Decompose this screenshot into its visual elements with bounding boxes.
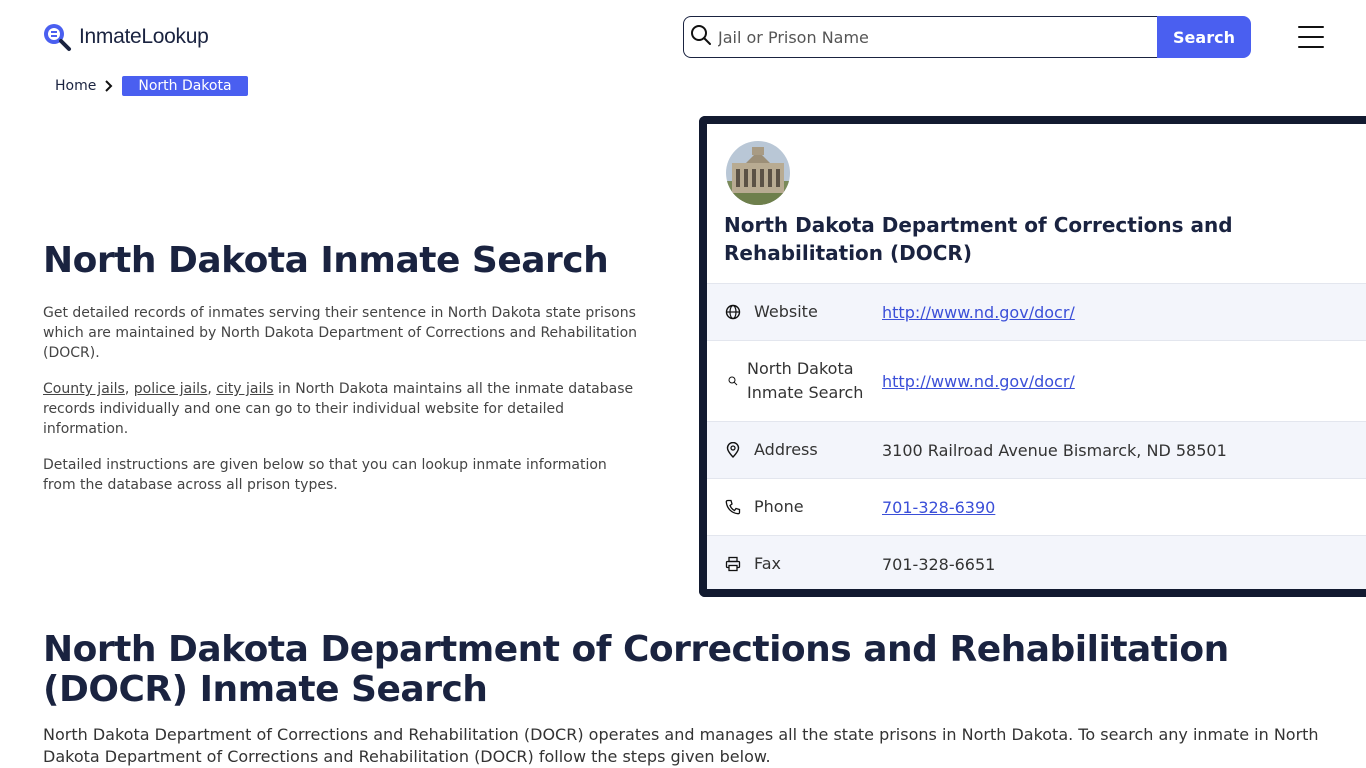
search-bar: Search (683, 16, 1251, 58)
intro-paragraph-2: County jails, police jails, city jails i… (43, 381, 634, 437)
website-link[interactable]: http://www.nd.gov/docr/ (882, 303, 1075, 322)
facility-info-card: North Dakota Department of Corrections a… (699, 116, 1366, 597)
docr-search-section: North Dakota Department of Corrections a… (43, 630, 1333, 768)
phone-label: Phone (754, 497, 804, 516)
logo-magnifier-icon (42, 22, 72, 52)
info-row-fax: Fax 701-328-6651 (707, 535, 1366, 589)
fax-value: 701-328-6651 (882, 554, 996, 574)
search-icon (690, 24, 712, 50)
site-logo[interactable]: InmateLookup (42, 22, 209, 52)
info-row-inmate-search: North Dakota Inmate Search http://www.nd… (707, 340, 1366, 421)
city-jails-link[interactable]: city jails (216, 381, 273, 397)
section-title: North Dakota Department of Corrections a… (43, 629, 1229, 710)
printer-icon (724, 555, 742, 573)
facility-building-image (726, 141, 790, 205)
page-title: North Dakota Inmate Search (43, 240, 609, 281)
county-jails-link[interactable]: County jails (43, 381, 125, 397)
globe-icon (724, 303, 742, 321)
inmate-search-link[interactable]: http://www.nd.gov/docr/ (882, 372, 1075, 391)
search-field-wrapper (683, 16, 1157, 58)
hamburger-menu-icon[interactable] (1298, 26, 1324, 48)
intro-paragraph-2-text: in North Dakota maintains all the inmate… (43, 381, 634, 437)
breadcrumb: Home North Dakota (55, 76, 248, 96)
phone-link[interactable]: 701-328-6390 (882, 498, 995, 517)
location-pin-icon (724, 441, 742, 459)
chevron-right-icon (104, 79, 114, 93)
card-header: North Dakota Department of Corrections a… (707, 124, 1366, 283)
search-icon (724, 372, 742, 390)
address-value: 3100 Railroad Avenue Bismarck, ND 58501 (882, 440, 1227, 460)
breadcrumb-current: North Dakota (122, 76, 248, 96)
info-row-website: Website http://www.nd.gov/docr/ (707, 283, 1366, 340)
police-jails-link[interactable]: police jails (134, 381, 208, 397)
fax-label: Fax (754, 554, 782, 573)
address-label: Address (754, 440, 818, 459)
intro-paragraph-1: Get detailed records of inmates serving … (43, 305, 638, 361)
logo-text: InmateLookup (79, 25, 209, 48)
facility-name: North Dakota Department of Corrections a… (724, 213, 1233, 265)
breadcrumb-home-link[interactable]: Home (55, 78, 96, 94)
info-row-phone: Phone 701-328-6390 (707, 478, 1366, 535)
search-button[interactable]: Search (1157, 16, 1251, 58)
intro-section: North Dakota Inmate Search Get detailed … (43, 240, 643, 511)
website-label: Website (754, 302, 818, 321)
info-row-address: Address 3100 Railroad Avenue Bismarck, N… (707, 421, 1366, 478)
search-input[interactable] (712, 18, 1157, 56)
intro-paragraph-3: Detailed instructions are given below so… (43, 457, 607, 493)
section-body: North Dakota Department of Corrections a… (43, 725, 1319, 766)
inmate-search-label: North Dakota Inmate Search (747, 359, 864, 402)
phone-icon (724, 498, 742, 516)
